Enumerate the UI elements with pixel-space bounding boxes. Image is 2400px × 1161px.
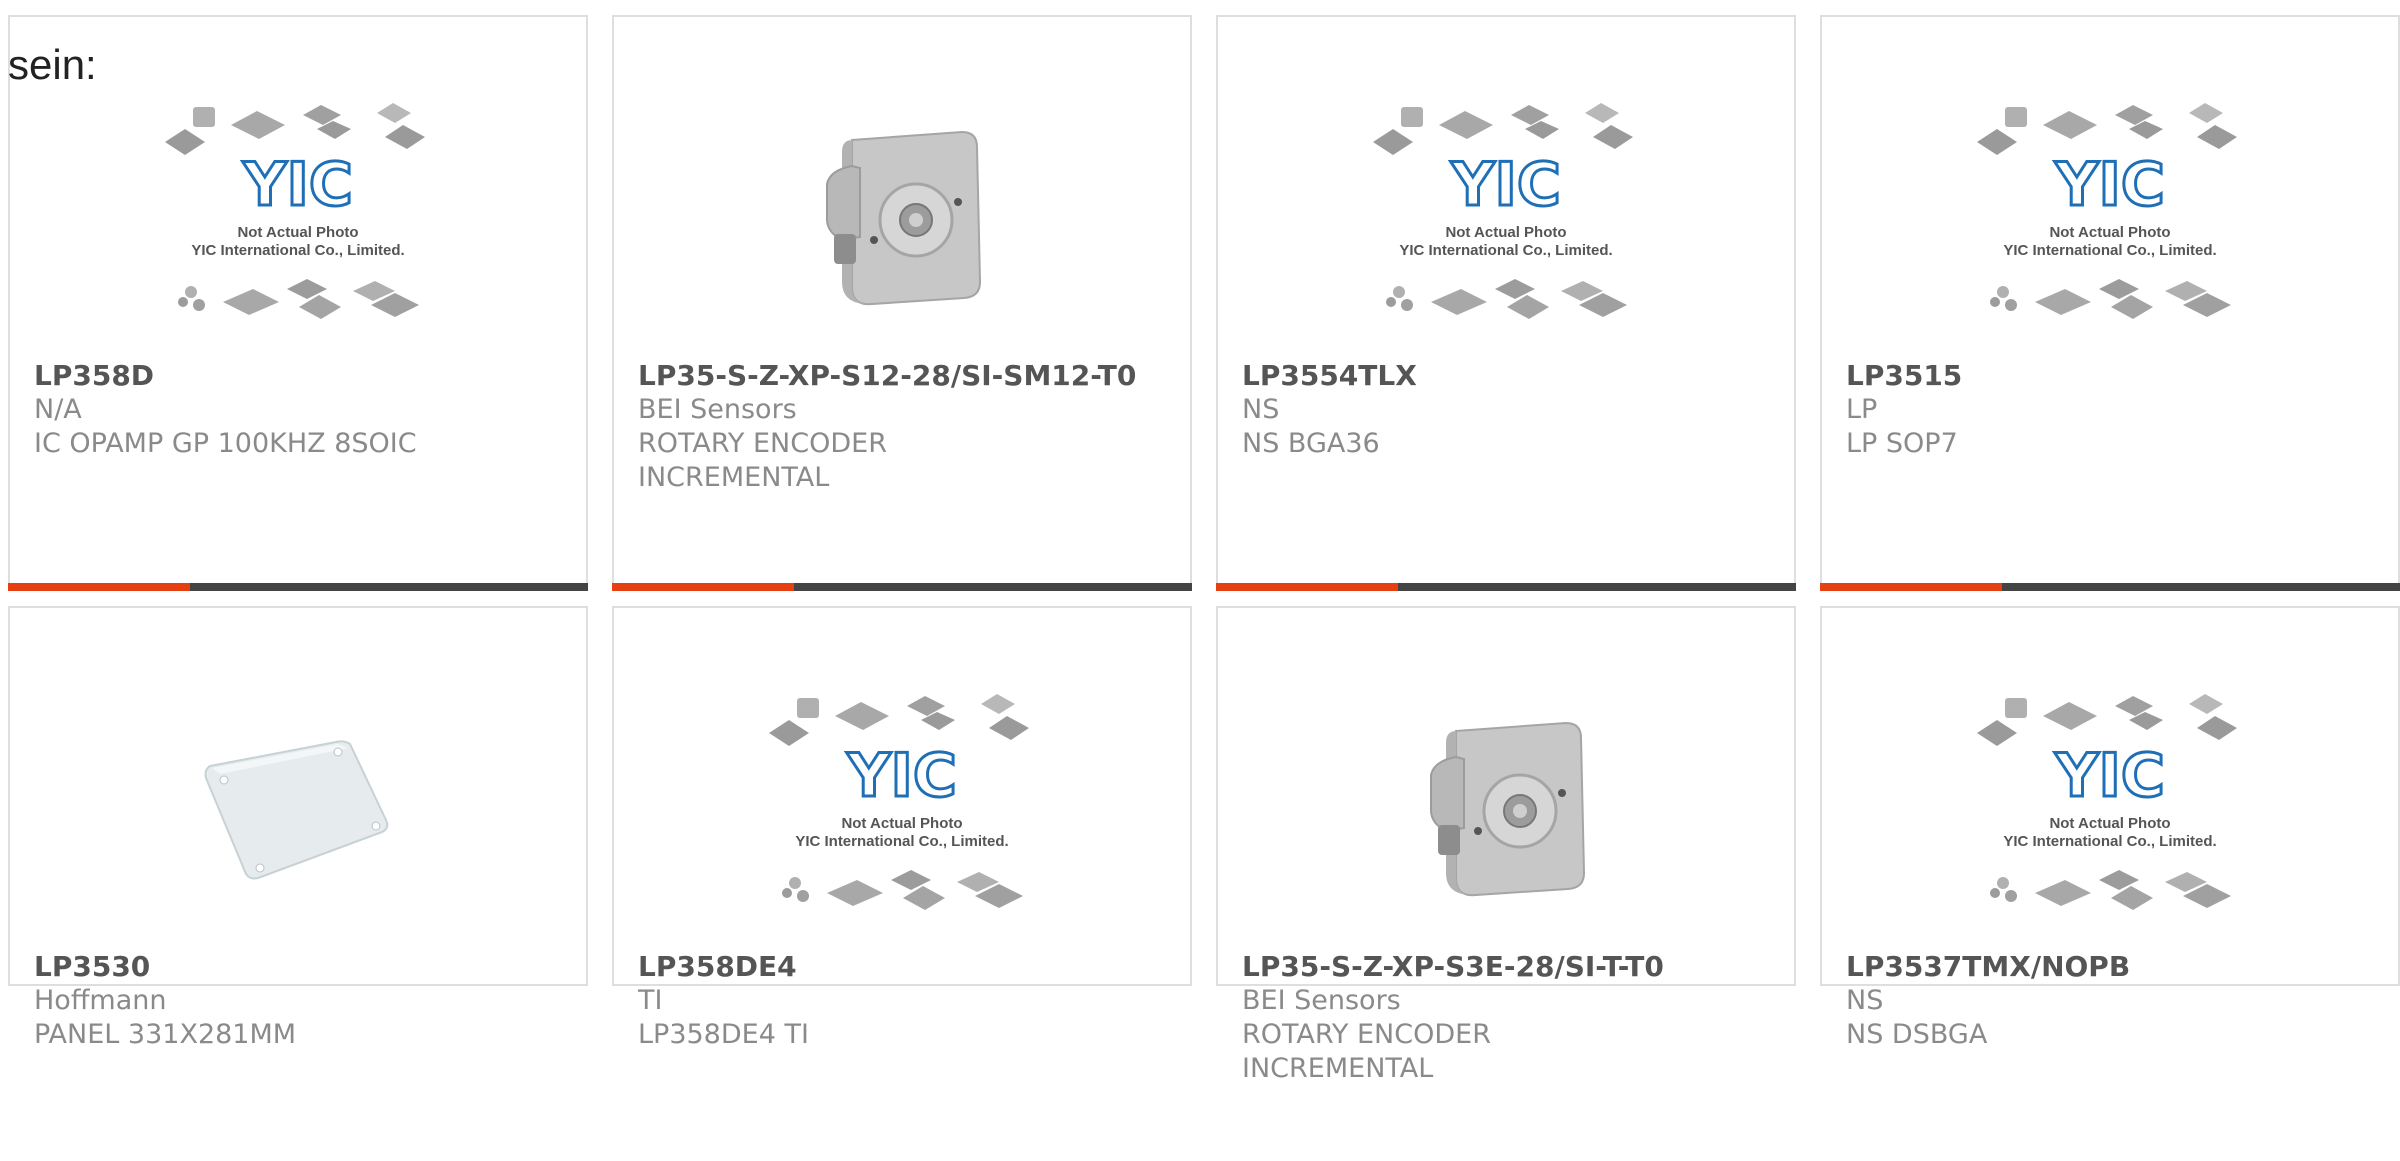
part-number[interactable]: LP3515 — [1846, 359, 2378, 393]
product-image[interactable]: YIC Not Actual Photo YIC International C… — [614, 658, 1190, 958]
card-bottom-bar — [1216, 583, 1796, 591]
placeholder-line-2: YIC International Co., Limited. — [2003, 242, 2216, 259]
placeholder-line-2: YIC International Co., Limited. — [2003, 833, 2216, 850]
description: NS DSBGA — [1846, 1019, 1988, 1050]
manufacturer: NS — [1242, 394, 1280, 425]
part-number[interactable]: LP3530 — [34, 950, 566, 984]
yic-logo: YIC — [846, 741, 957, 811]
product-card-lp35-s-z-xp-s12[interactable]: LP35-S-Z-XP-S12-28/SI-SM12-T0 BEI Sensor… — [612, 15, 1192, 591]
panel-image — [204, 740, 389, 880]
product-image[interactable]: YIC Not Actual Photo YIC International C… — [1822, 67, 2398, 367]
manufacturer: BEI Sensors — [638, 394, 797, 425]
placeholder-line-2: YIC International Co., Limited. — [795, 833, 1008, 850]
product-card-lp3537tmx-nopb[interactable]: YIC Not Actual Photo YIC International C… — [1820, 606, 2400, 1050]
description: LP SOP7 — [1846, 428, 1958, 459]
placeholder-line-2: YIC International Co., Limited. — [191, 242, 404, 259]
placeholder-line-2: YIC International Co., Limited. — [1399, 242, 1612, 259]
product-card-lp3554tlx[interactable]: YIC Not Actual Photo YIC International C… — [1216, 15, 1796, 591]
description: LP358DE4 TI — [638, 1019, 809, 1050]
manufacturer: LP — [1846, 394, 1878, 425]
description: IC OPAMP GP 100KHZ 8SOIC — [34, 428, 417, 459]
product-card-lp358d[interactable]: YIC Not Actual Photo YIC International C… — [8, 15, 588, 591]
product-image[interactable]: YIC Not Actual Photo YIC International C… — [1822, 658, 2398, 958]
description: ROTARY ENCODER INCREMENTAL — [1242, 1019, 1491, 1084]
part-number[interactable]: LP35-S-Z-XP-S3E-28/SI-T-T0 — [1242, 950, 1774, 984]
placeholder-image: YIC Not Actual Photo YIC International C… — [1977, 694, 2237, 910]
placeholder-image: YIC Not Actual Photo YIC International C… — [165, 103, 425, 319]
part-number[interactable]: LP35-S-Z-XP-S12-28/SI-SM12-T0 — [638, 359, 1170, 393]
manufacturer: Hoffmann — [34, 985, 167, 1016]
yic-logo: YIC — [1450, 150, 1561, 220]
card-bottom-bar — [612, 583, 1192, 591]
product-image[interactable] — [1218, 658, 1794, 958]
product-image[interactable] — [614, 67, 1190, 367]
yic-logo: YIC — [2054, 741, 2165, 811]
product-image[interactable]: YIC Not Actual Photo YIC International C… — [10, 67, 586, 367]
description: ROTARY ENCODER INCREMENTAL — [638, 428, 887, 493]
product-image[interactable]: YIC Not Actual Photo YIC International C… — [1218, 67, 1794, 367]
description: NS BGA36 — [1242, 428, 1380, 459]
placeholder-line-1: Not Actual Photo — [841, 815, 962, 832]
placeholder-line-1: Not Actual Photo — [2049, 815, 2170, 832]
placeholder-image: YIC Not Actual Photo YIC International C… — [1977, 103, 2237, 319]
placeholder-line-1: Not Actual Photo — [237, 224, 358, 241]
part-number[interactable]: LP3554TLX — [1242, 359, 1774, 393]
placeholder-image: YIC Not Actual Photo YIC International C… — [1373, 103, 1633, 319]
part-number[interactable]: LP358DE4 — [638, 950, 1170, 984]
part-number[interactable]: LP358D — [34, 359, 566, 393]
placeholder-line-1: Not Actual Photo — [1445, 224, 1566, 241]
card-bottom-bar — [1820, 583, 2400, 591]
manufacturer: BEI Sensors — [1242, 985, 1401, 1016]
card-bottom-bar — [8, 583, 588, 591]
product-card-lp358de4[interactable]: YIC Not Actual Photo YIC International C… — [612, 606, 1192, 1050]
description: PANEL 331X281MM — [34, 1019, 297, 1050]
part-number[interactable]: LP3537TMX/NOPB — [1846, 950, 2378, 984]
intro-text: sein: — [8, 41, 97, 88]
rotary-encoder-image — [825, 130, 982, 306]
product-card-lp3530[interactable]: LP3530 Hoffmann PANEL 331X281MM — [8, 606, 588, 1050]
yic-logo: YIC — [2054, 150, 2165, 220]
placeholder-image: YIC Not Actual Photo YIC International C… — [769, 694, 1029, 910]
manufacturer: TI — [638, 985, 663, 1016]
rotary-encoder-image — [1429, 721, 1586, 897]
manufacturer: N/A — [34, 394, 82, 425]
product-image[interactable] — [10, 658, 586, 958]
product-card-lp3515[interactable]: YIC Not Actual Photo YIC International C… — [1820, 15, 2400, 591]
manufacturer: NS — [1846, 985, 1884, 1016]
yic-logo: YIC — [242, 150, 353, 220]
product-card-lp35-s-z-xp-s3e[interactable]: LP35-S-Z-XP-S3E-28/SI-T-T0 BEI Sensors R… — [1216, 606, 1796, 1084]
placeholder-line-1: Not Actual Photo — [2049, 224, 2170, 241]
